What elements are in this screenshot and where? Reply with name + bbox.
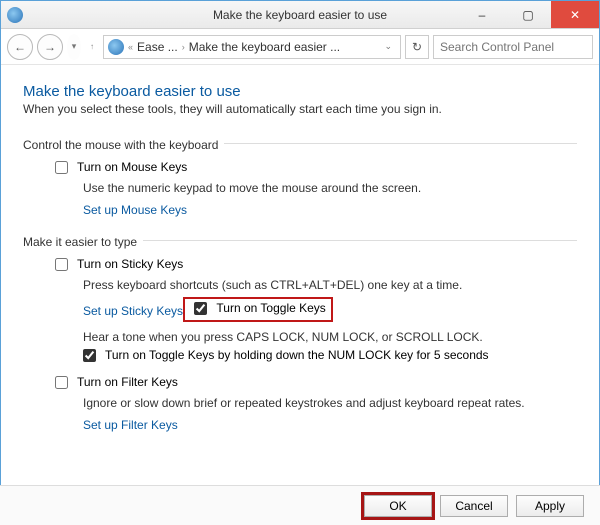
search-input[interactable] <box>433 35 593 59</box>
toggle-keys-sub-row[interactable]: Turn on Toggle Keys by holding down the … <box>79 348 577 365</box>
toggle-keys-sub-checkbox[interactable] <box>83 349 96 362</box>
cancel-button[interactable]: Cancel <box>440 495 508 517</box>
forward-button[interactable]: → <box>37 34 63 60</box>
footer: OK Cancel Apply <box>0 485 600 525</box>
sticky-keys-checkbox[interactable] <box>55 258 68 271</box>
sticky-keys-label: Turn on Sticky Keys <box>77 257 183 271</box>
back-button[interactable]: ← <box>7 34 33 60</box>
mouse-keys-checkbox[interactable] <box>55 161 68 174</box>
filter-keys-row[interactable]: Turn on Filter Keys <box>51 375 577 392</box>
sticky-keys-row[interactable]: Turn on Sticky Keys <box>51 257 577 274</box>
mouse-keys-row[interactable]: Turn on Mouse Keys <box>51 160 577 177</box>
toggle-keys-desc: Hear a tone when you press CAPS LOCK, NU… <box>83 330 577 344</box>
titlebar: Make the keyboard easier to use – ▢ ✕ <box>1 1 599 29</box>
toggle-keys-sub-label: Turn on Toggle Keys by holding down the … <box>105 348 489 362</box>
section-mouse-label: Control the mouse with the keyboard <box>23 138 218 152</box>
filter-keys-desc: Ignore or slow down brief or repeated ke… <box>83 396 577 410</box>
toggle-keys-row[interactable]: Turn on Toggle Keys <box>186 300 329 319</box>
nav-history-dropdown[interactable]: ▾ <box>67 34 81 60</box>
ok-button[interactable]: OK <box>364 495 432 517</box>
divider-line <box>143 240 577 241</box>
sticky-keys-link[interactable]: Set up Sticky Keys <box>83 304 183 318</box>
page-intro: When you select these tools, they will a… <box>23 102 577 116</box>
breadcrumb[interactable]: « Ease ... › Make the keyboard easier ..… <box>103 35 401 59</box>
breadcrumb-prefix: « <box>128 42 133 52</box>
section-mouse: Control the mouse with the keyboard <box>23 130 577 156</box>
page-title: Make the keyboard easier to use <box>23 83 577 100</box>
app-icon <box>7 7 23 23</box>
breadcrumb-dropdown[interactable]: ⌄ <box>380 41 396 52</box>
filter-keys-checkbox[interactable] <box>55 376 68 389</box>
toggle-keys-checkbox[interactable] <box>194 302 207 315</box>
toggle-keys-label: Turn on Toggle Keys <box>216 301 325 315</box>
navbar: ← → ▾ ↑ « Ease ... › Make the keyboard e… <box>1 29 599 65</box>
section-typing-label: Make it easier to type <box>23 235 137 249</box>
filter-keys-link[interactable]: Set up Filter Keys <box>83 418 178 432</box>
close-button[interactable]: ✕ <box>551 1 599 28</box>
maximize-button[interactable]: ▢ <box>505 1 551 28</box>
mouse-keys-desc: Use the numeric keypad to move the mouse… <box>83 181 577 195</box>
window-buttons: – ▢ ✕ <box>459 1 599 28</box>
up-button[interactable]: ↑ <box>85 44 99 50</box>
mouse-keys-label: Turn on Mouse Keys <box>77 160 187 174</box>
refresh-button[interactable]: ↻ <box>405 35 429 59</box>
minimize-button[interactable]: – <box>459 1 505 28</box>
chevron-right-icon: › <box>182 42 185 52</box>
breadcrumb-crumb-1[interactable]: Ease ... <box>137 40 178 54</box>
divider-line <box>224 143 577 144</box>
section-typing: Make it easier to type <box>23 227 577 253</box>
control-panel-icon <box>108 39 124 55</box>
filter-keys-label: Turn on Filter Keys <box>77 375 178 389</box>
apply-button[interactable]: Apply <box>516 495 584 517</box>
breadcrumb-crumb-2[interactable]: Make the keyboard easier ... <box>189 40 340 54</box>
sticky-keys-desc: Press keyboard shortcuts (such as CTRL+A… <box>83 278 577 292</box>
content: Make the keyboard easier to use When you… <box>1 65 599 485</box>
mouse-keys-link[interactable]: Set up Mouse Keys <box>83 203 187 217</box>
